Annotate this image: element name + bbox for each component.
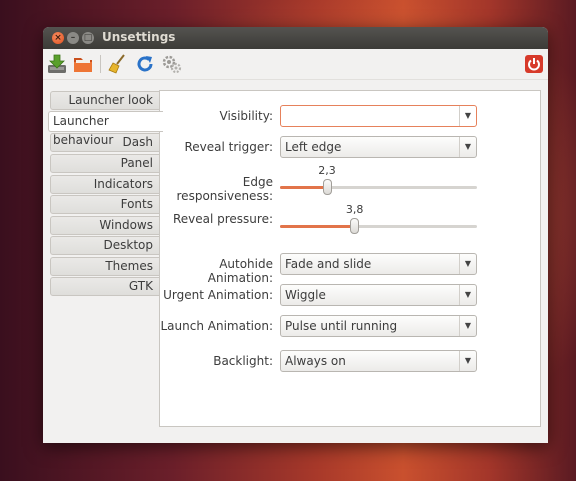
titlebar: × – □ Unsettings [43,27,548,49]
backlight-value: Always on [285,354,346,368]
chevron-down-icon: ▼ [459,137,476,157]
tab-launcher-behaviour[interactable]: Launcher behaviour [48,111,163,147]
folder-icon[interactable] [72,53,94,75]
tab-themes[interactable]: Themes [50,257,160,276]
slider-value: 3,8 [345,203,364,216]
reveal-trigger-select[interactable]: Left edge ▼ [280,136,477,158]
maximize-window-button[interactable]: □ [82,32,94,44]
chevron-down-icon: ▼ [459,254,476,274]
close-window-button[interactable]: × [52,32,64,44]
backlight-select[interactable]: Always on ▼ [280,350,477,372]
slider-value: 2,3 [318,164,336,177]
reveal-trigger-value: Left edge [285,140,342,154]
tab-windows[interactable]: Windows [50,216,160,235]
minimize-window-button[interactable]: – [67,32,79,44]
chevron-down-icon: ▼ [459,351,476,371]
launch-animation-select[interactable]: Pulse until running ▼ [280,315,477,337]
broom-icon[interactable] [107,53,129,75]
tab-gtk[interactable]: GTK [50,277,160,296]
slider-handle[interactable] [322,179,332,195]
urgent-animation-label: Urgent Animation: [163,288,273,302]
unsettings-window: × – □ Unsettings Launcher look Launcher … [43,27,548,443]
reveal-trigger-label: Reveal trigger: [184,140,273,154]
reload-icon[interactable] [134,53,156,75]
visibility-label: Visibility: [219,109,273,123]
autohide-animation-label: Autohide Animation: [207,257,273,285]
gears-icon[interactable] [161,53,183,75]
slider-fill [280,186,328,189]
toolbar [43,49,548,80]
backlight-label: Backlight: [213,354,273,368]
tab-desktop[interactable]: Desktop [50,236,160,255]
launcher-behaviour-panel: Visibility: ▼ Reveal trigger: Left edge … [159,90,541,427]
window-title: Unsettings [102,30,176,44]
reveal-pressure-slider[interactable]: 3,8 [280,203,477,236]
chevron-down-icon: ▼ [459,316,476,336]
urgent-animation-select[interactable]: Wiggle ▼ [280,284,477,306]
tab-launcher-look[interactable]: Launcher look [50,91,160,110]
launch-animation-label: Launch Animation: [160,319,274,333]
toolbar-separator [100,55,101,73]
autohide-animation-value: Fade and slide [285,257,372,271]
edge-responsiveness-label: Edge responsiveness: [176,175,273,203]
slider-handle[interactable] [350,218,360,234]
visibility-select[interactable]: ▼ [280,105,477,127]
edge-responsiveness-slider[interactable]: 2,3 [280,164,477,197]
tab-indicators[interactable]: Indicators [50,175,160,194]
urgent-animation-value: Wiggle [285,288,326,302]
download-icon[interactable] [46,53,68,75]
launch-animation-value: Pulse until running [285,319,398,333]
reveal-pressure-label: Reveal pressure: [172,212,273,226]
tab-fonts[interactable]: Fonts [50,195,160,214]
autohide-animation-select[interactable]: Fade and slide ▼ [280,253,477,275]
chevron-down-icon: ▼ [459,106,476,126]
slider-fill [280,225,355,228]
tab-panel[interactable]: Panel [50,154,160,173]
power-icon[interactable] [523,53,545,75]
chevron-down-icon: ▼ [459,285,476,305]
